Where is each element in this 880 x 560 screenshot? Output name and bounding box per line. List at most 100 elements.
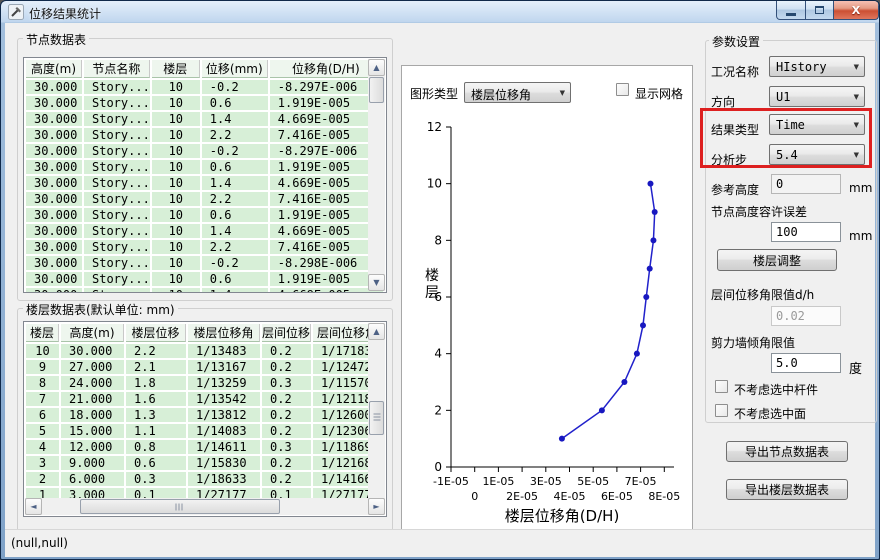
table-cell: -8.297E-006 — [270, 80, 383, 94]
table-row[interactable]: 30.000Story...101.44.669E-005 — [26, 288, 383, 293]
table-row[interactable]: 30.000Story...10-0.2-8.298E-006 — [26, 256, 383, 270]
table-cell: 0.2 — [262, 360, 311, 374]
svg-text:8E-05: 8E-05 — [648, 490, 680, 503]
svg-text:5E-05: 5E-05 — [577, 475, 609, 488]
table-cell: 4.669E-005 — [270, 224, 383, 238]
table-cell: Story... — [84, 96, 150, 110]
chevron-down-icon: ▼ — [560, 89, 565, 97]
table-cell: Story... — [84, 240, 150, 254]
case-label: 工况名称 — [711, 63, 759, 80]
chevron-down-icon: ▼ — [854, 63, 859, 71]
table-cell: 5 — [26, 424, 59, 438]
table-row[interactable]: 30.000Story...102.27.416E-005 — [26, 240, 383, 254]
scroll-right-icon[interactable]: ► — [368, 498, 385, 515]
table-row[interactable]: 30.000Story...100.61.919E-005 — [26, 208, 383, 222]
table-cell: 1/14611 — [188, 440, 260, 454]
minimize-button[interactable] — [776, 1, 806, 20]
table-row[interactable]: 30.000Story...100.61.919E-005 — [26, 96, 383, 110]
wall-tilt-input[interactable] — [771, 353, 841, 373]
table-row[interactable]: 30.000Story...100.61.919E-005 — [26, 272, 383, 286]
drift-limit-input[interactable] — [771, 306, 841, 326]
tolerance-input[interactable] — [771, 222, 841, 242]
story-table-hscroll-thumb[interactable] — [80, 499, 280, 514]
ignore-members-checkbox[interactable] — [715, 380, 728, 393]
story-table-group-label: 楼层数据表(默认单位: mm) — [23, 301, 178, 318]
window-title: 位移结果统计 — [29, 5, 101, 22]
table-cell: 10 — [152, 144, 200, 158]
table-cell: 10 — [152, 240, 200, 254]
maximize-button[interactable] — [806, 1, 834, 20]
maximize-icon — [815, 6, 824, 14]
table-row[interactable]: 39.0000.61/158300.21/12168 — [26, 456, 382, 470]
node-table-scroll-thumb[interactable] — [369, 77, 384, 103]
table-row[interactable]: 30.000Story...101.44.669E-005 — [26, 224, 383, 238]
ignore-faces-checkbox[interactable] — [715, 404, 728, 417]
table-cell: Story... — [84, 272, 150, 286]
params-group-label: 参数设置 — [709, 33, 763, 50]
show-grid-checkbox[interactable] — [616, 83, 629, 96]
show-grid-label: 显示网格 — [635, 85, 683, 102]
table-row[interactable]: 30.000Story...102.27.416E-005 — [26, 192, 383, 206]
table-row[interactable]: 927.0002.11/131670.21/12472 — [26, 360, 382, 374]
table-row[interactable]: 30.000Story...100.61.919E-005 — [26, 160, 383, 174]
scroll-down-icon[interactable]: ▼ — [368, 274, 385, 291]
table-row[interactable]: 30.000Story...10-0.2-8.297E-006 — [26, 80, 383, 94]
table-cell: 0.3 — [262, 376, 311, 390]
export-node-button[interactable]: 导出节点数据表 — [726, 441, 848, 462]
table-cell: 7.416E-005 — [270, 192, 383, 206]
table-row[interactable]: 1030.0002.21/134830.21/17183 — [26, 344, 382, 358]
table-row[interactable]: 26.0000.31/186330.21/14166 — [26, 472, 382, 486]
scroll-up-icon[interactable]: ▲ — [368, 323, 385, 340]
close-button[interactable]: X — [834, 1, 879, 20]
table-cell: 0.3 — [126, 472, 186, 486]
node-table: 高度(m)节点名称楼层位移(mm)位移角(D/H)30.000Story...1… — [24, 58, 385, 293]
table-cell: 30.000 — [26, 128, 82, 142]
table-cell: 30.000 — [26, 112, 82, 126]
table-cell: Story... — [84, 176, 150, 190]
table-row[interactable]: 515.0001.11/140830.21/12306 — [26, 424, 382, 438]
table-row[interactable]: 30.000Story...101.44.669E-005 — [26, 176, 383, 190]
direction-combo[interactable]: U1 ▼ — [769, 86, 865, 107]
table-row[interactable]: 412.0000.81/146110.31/11869 — [26, 440, 382, 454]
table-cell: 2.2 — [126, 344, 186, 358]
window-controls: X — [776, 1, 879, 21]
graph-type-combo[interactable]: 楼层位移角 ▼ — [464, 82, 571, 103]
minimize-icon — [786, 13, 796, 16]
step-combo[interactable]: 5.4 ▼ — [769, 144, 865, 165]
table-cell: 1/14083 — [188, 424, 260, 438]
story-table-vscrollbar[interactable]: ▲ ▼ — [368, 323, 385, 515]
table-row[interactable]: 618.0001.31/138120.21/12600 — [26, 408, 382, 422]
table-cell: 7.416E-005 — [270, 128, 383, 142]
export-story-button[interactable]: 导出楼层数据表 — [726, 479, 848, 500]
result-type-combo[interactable]: Time ▼ — [769, 114, 865, 135]
scroll-left-icon[interactable]: ◄ — [25, 498, 42, 515]
table-row[interactable]: 30.000Story...102.27.416E-005 — [26, 128, 383, 142]
column-header: 层间位移 — [262, 324, 311, 342]
result-type-value: Time — [776, 118, 805, 132]
table-cell: 0.6 — [126, 456, 186, 470]
result-type-label: 结果类型 — [711, 121, 759, 138]
table-row[interactable]: 721.0001.61/135420.21/12118 — [26, 392, 382, 406]
scroll-up-icon[interactable]: ▲ — [368, 59, 385, 76]
table-cell: 30.000 — [26, 80, 82, 94]
node-table-vscrollbar[interactable]: ▲ ▼ — [368, 59, 385, 291]
table-cell: 10 — [152, 160, 200, 174]
case-combo[interactable]: HIstory ▼ — [769, 56, 865, 77]
close-icon: X — [852, 4, 860, 17]
table-row[interactable]: 824.0001.81/132590.31/11570 — [26, 376, 382, 390]
table-cell: 8 — [26, 376, 59, 390]
table-cell: 0.6 — [202, 208, 268, 222]
table-cell: 10 — [152, 192, 200, 206]
column-header: 楼层位移角 — [188, 324, 260, 342]
story-table-scroll-thumb[interactable] — [369, 401, 384, 435]
table-cell: -8.298E-006 — [270, 256, 383, 270]
floor-adjust-button[interactable]: 楼层调整 — [717, 249, 837, 271]
direction-value: U1 — [776, 90, 790, 104]
case-value: HIstory — [776, 60, 827, 74]
svg-text:楼层: 楼层 — [425, 268, 439, 301]
story-table-hscrollbar[interactable]: ◄ ► — [25, 498, 368, 515]
ref-height-input[interactable] — [771, 174, 841, 194]
step-value: 5.4 — [776, 148, 798, 162]
table-row[interactable]: 30.000Story...10-0.2-8.297E-006 — [26, 144, 383, 158]
table-row[interactable]: 30.000Story...101.44.669E-005 — [26, 112, 383, 126]
